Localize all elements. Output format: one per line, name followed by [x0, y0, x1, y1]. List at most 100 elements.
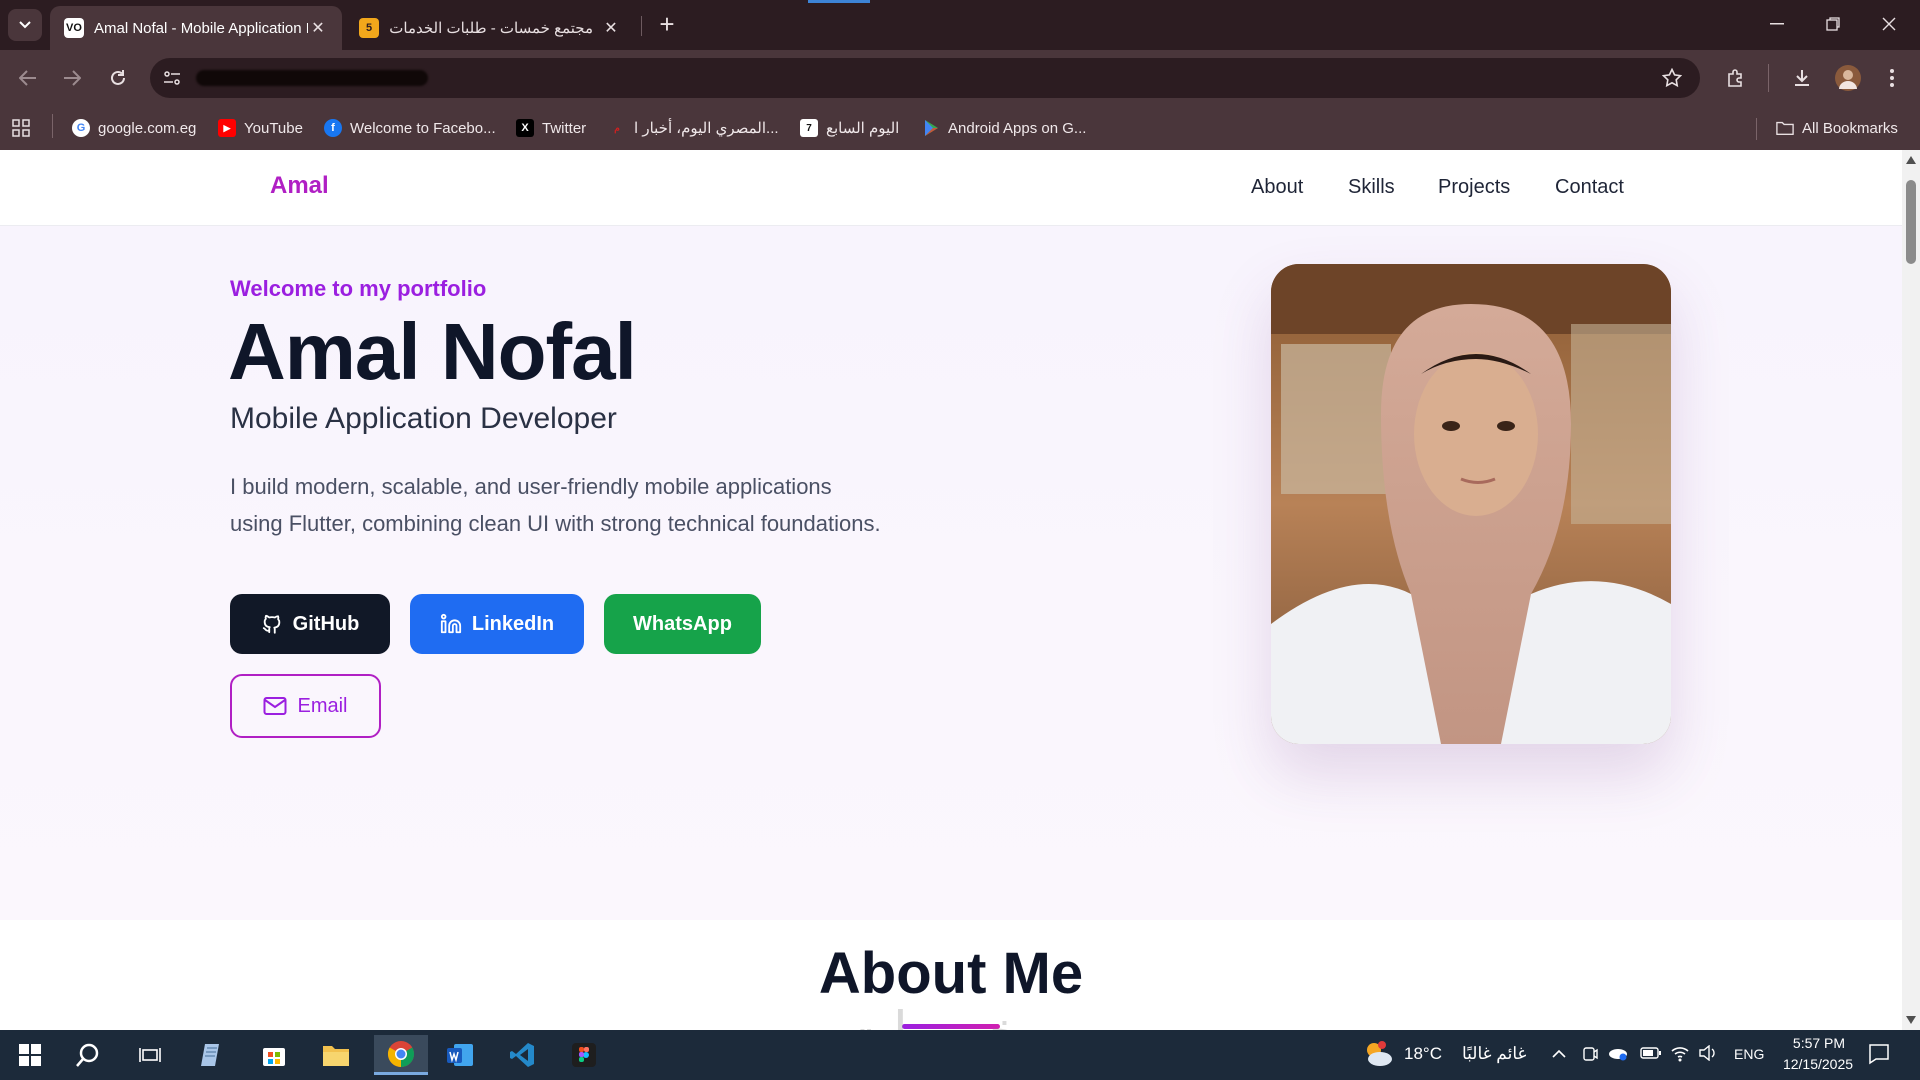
kebab-menu-icon [1890, 69, 1894, 87]
weather-icon[interactable] [1362, 1040, 1394, 1073]
github-button[interactable]: GitHub [230, 594, 390, 654]
nav-link-about[interactable]: About [1251, 176, 1303, 199]
bookmark-youtube[interactable]: ▶ YouTube [218, 116, 303, 140]
email-button[interactable]: Email [230, 674, 381, 738]
forward-button[interactable] [56, 62, 88, 94]
store-icon [263, 1048, 285, 1066]
meet-icon[interactable] [1582, 1045, 1598, 1068]
taskbar-file-explorer[interactable] [312, 1035, 360, 1075]
google-icon: G [72, 119, 90, 137]
email-button-label: Email [297, 694, 348, 717]
profile-photo [1271, 264, 1671, 744]
onedrive-icon[interactable] [1608, 1045, 1628, 1066]
whatsapp-button-label: WhatsApp [633, 612, 732, 635]
github-button-label: GitHub [292, 612, 360, 635]
github-icon [261, 613, 283, 635]
apps-button[interactable] [12, 116, 30, 140]
scroll-up-arrow-icon[interactable] [1906, 156, 1916, 164]
word-icon [447, 1044, 473, 1066]
hero-welcome: Welcome to my portfolio [230, 276, 487, 301]
restore-button[interactable] [1810, 8, 1856, 40]
close-tab-icon[interactable]: ✕ [308, 18, 328, 38]
tab-khamsat[interactable]: 5 مجتمع خمسات - طلبات الخدمات ✕ [345, 6, 635, 50]
hero-name: Amal Nofal [228, 307, 637, 396]
profile-avatar[interactable] [1832, 62, 1864, 94]
linkedin-button[interactable]: LinkedIn [410, 594, 584, 654]
hero-section: Welcome to my portfolio Amal Nofal Mobil… [0, 226, 1902, 920]
menu-button[interactable] [1876, 62, 1908, 94]
bookmark-label: YouTube [244, 119, 303, 137]
reload-button[interactable] [102, 62, 134, 94]
apps-grid-icon [12, 119, 30, 137]
taskbar-word[interactable] [436, 1035, 484, 1075]
x-icon: X [516, 119, 534, 137]
taskbar-chrome[interactable] [374, 1035, 428, 1075]
tab-portfolio[interactable]: VO Amal Nofal - Mobile Application Devel… [50, 6, 342, 50]
scrollbar-thumb[interactable] [1906, 180, 1916, 264]
hero-description-line: using Flutter, combining clean UI with s… [230, 511, 881, 536]
youm7-icon: 7 [800, 119, 818, 137]
show-hidden-icons-icon[interactable] [1552, 1046, 1566, 1064]
play-icon [925, 120, 938, 136]
site-info-icon[interactable] [160, 66, 184, 90]
site-brand[interactable]: Amal [270, 172, 329, 200]
bookmark-label: Twitter [542, 119, 587, 137]
bookmark-label: Android Apps on G... [948, 119, 1087, 137]
close-tab-icon[interactable]: ✕ [601, 18, 621, 38]
clock-date[interactable]: 12/15/2025 [1774, 1056, 1862, 1072]
bookmark-play[interactable]: Android Apps on G... [922, 116, 1086, 140]
back-button[interactable] [12, 62, 44, 94]
task-view-button[interactable] [126, 1035, 174, 1075]
taskbar-vscode[interactable] [498, 1035, 546, 1075]
all-bookmarks-button[interactable]: All Bookmarks [1776, 116, 1898, 140]
minimize-button[interactable] [1754, 8, 1800, 40]
start-button[interactable] [6, 1035, 54, 1075]
bookmark-google[interactable]: G google.com.eg [72, 116, 196, 140]
bookmark-twitter[interactable]: X Twitter [516, 116, 586, 140]
address-bar[interactable] [150, 58, 1700, 98]
arrow-right-icon [64, 70, 81, 86]
volume-icon[interactable] [1698, 1044, 1718, 1066]
reload-icon [111, 70, 125, 85]
battery-icon[interactable] [1640, 1046, 1662, 1065]
tab-search-button[interactable] [8, 9, 42, 41]
downloads-button[interactable] [1786, 62, 1818, 94]
portfolio-favicon-icon: VO [64, 18, 84, 38]
page-scrollbar[interactable] [1902, 150, 1920, 1030]
close-window-button[interactable] [1866, 8, 1912, 40]
search-button[interactable] [64, 1035, 112, 1075]
nav-link-skills[interactable]: Skills [1348, 176, 1395, 199]
bookmark-youm7[interactable]: 7 اليوم السابع [800, 116, 899, 140]
extensions-button[interactable] [1720, 62, 1752, 94]
new-tab-button[interactable]: + [652, 10, 682, 40]
bookmark-almasry[interactable]: م المصري اليوم، أخبار ا... [608, 116, 779, 140]
taskbar-notes-app[interactable] [188, 1035, 236, 1075]
clock-time[interactable]: 5:57 PM [1786, 1035, 1852, 1051]
taskbar-store-app[interactable] [250, 1035, 298, 1075]
puzzle-icon [1728, 69, 1742, 87]
taskbar-figma[interactable] [560, 1035, 608, 1075]
url-text-redacted [196, 70, 428, 86]
avatar-icon [1835, 65, 1861, 91]
bookmark-star-icon[interactable] [1660, 66, 1684, 90]
bookmark-label: Welcome to Facebo... [350, 119, 496, 137]
bookmarks-bar: G google.com.eg ▶ YouTube f Welcome to F… [0, 106, 1920, 150]
linkedin-icon [440, 613, 462, 635]
almasry-icon: م [608, 119, 626, 137]
input-language[interactable]: ENG [1734, 1046, 1764, 1062]
wifi-icon[interactable] [1670, 1044, 1690, 1067]
nav-link-projects[interactable]: Projects [1438, 176, 1510, 199]
nav-link-contact[interactable]: Contact [1555, 176, 1624, 199]
bookmarks-divider [1756, 118, 1757, 140]
about-section-title: About Me [818, 941, 1084, 1006]
hero-description-line: I build modern, scalable, and user-frien… [230, 474, 832, 499]
bookmark-facebook[interactable]: f Welcome to Facebo... [324, 116, 496, 140]
linkedin-button-label: LinkedIn [471, 612, 555, 635]
whatsapp-button[interactable]: WhatsApp [604, 594, 761, 654]
notes-app-icon [201, 1044, 219, 1066]
weather-description: غائم غالبًا [1462, 1044, 1527, 1063]
scroll-down-arrow-icon[interactable] [1906, 1016, 1916, 1024]
hero-role: Mobile Application Developer [230, 402, 617, 435]
notifications-icon[interactable] [1868, 1043, 1890, 1070]
minimize-icon [1770, 23, 1784, 25]
